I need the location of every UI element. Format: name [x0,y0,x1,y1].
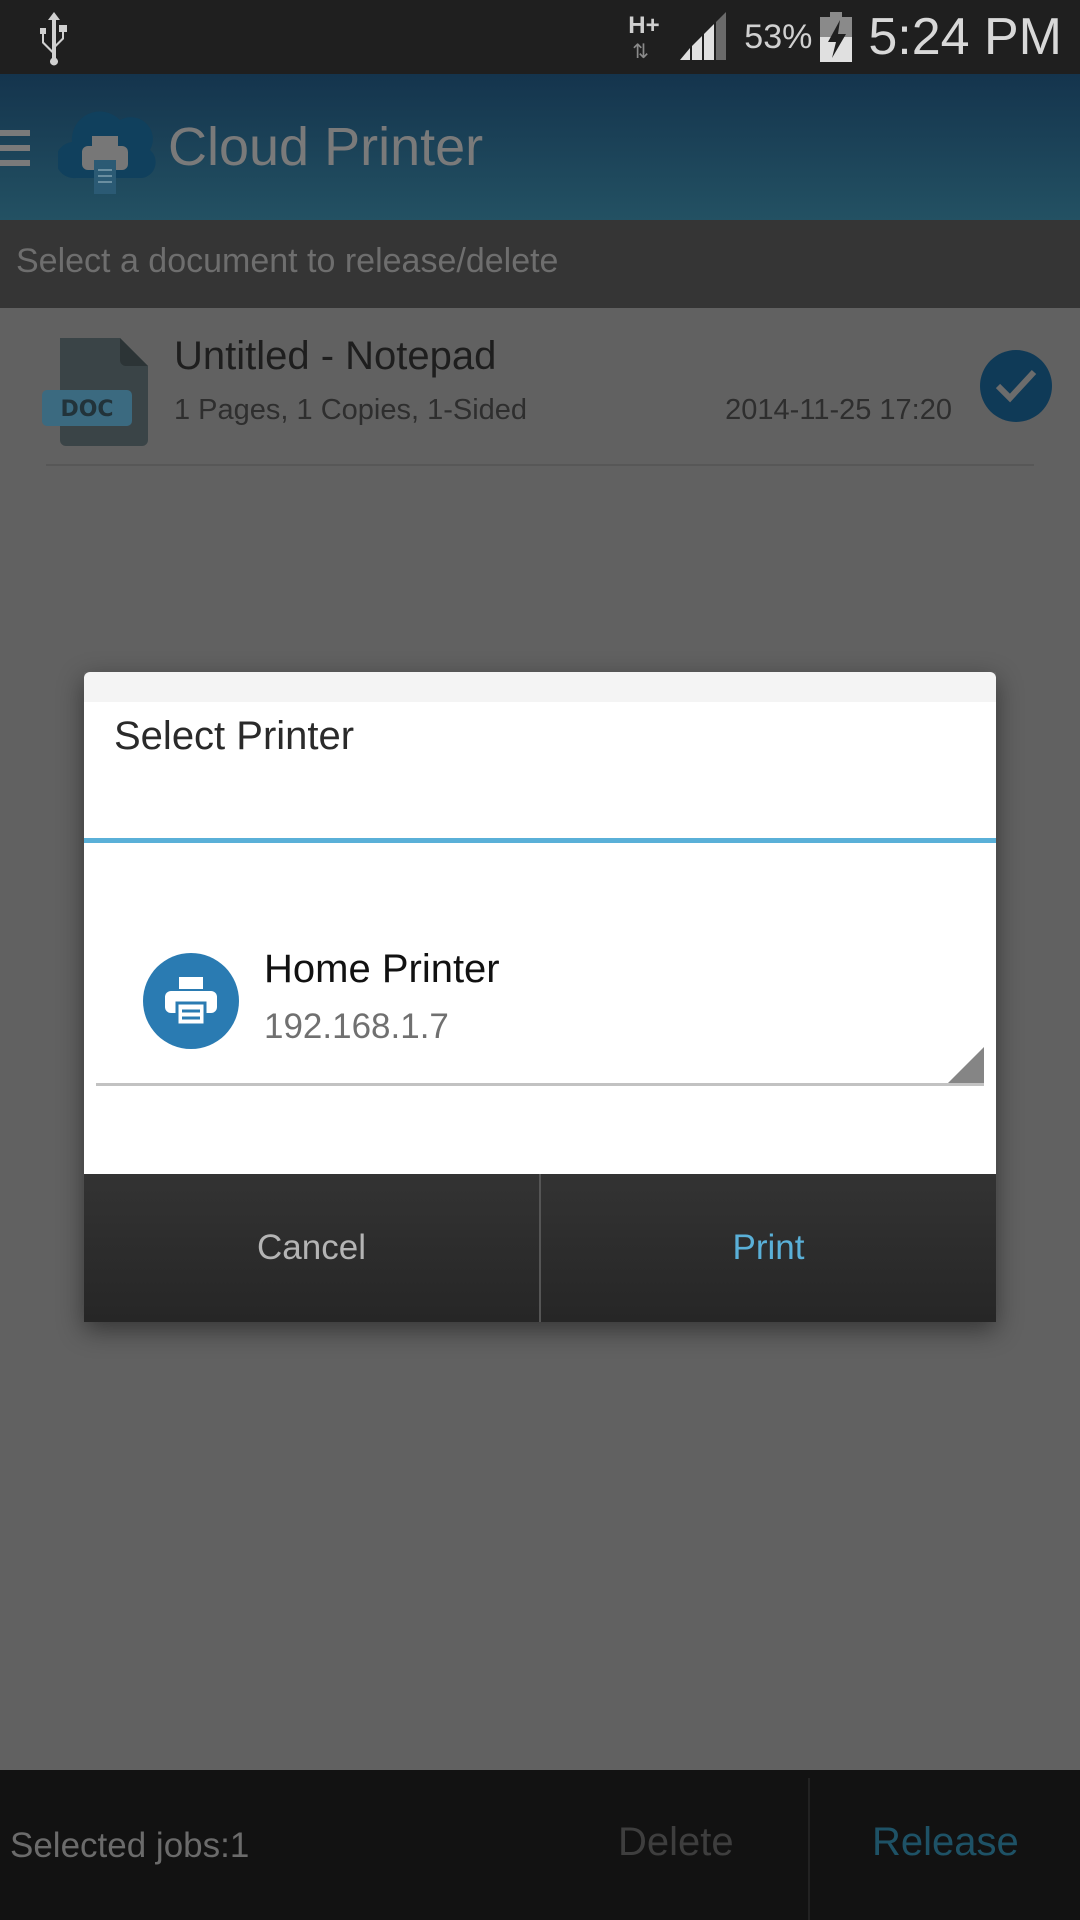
status-icons: H+ ⇅ 53% 5:24 PM [626,0,1062,74]
doc-file-icon: DOC [42,338,148,446]
selected-jobs-count: Selected jobs:1 [10,1826,250,1865]
network-type-label: H+ [628,12,660,39]
network-type-icon: H+ ⇅ [626,8,666,66]
battery-percent: 53% [744,17,813,56]
hamburger-menu-icon[interactable] [0,130,30,170]
app-bar: Cloud Printer [0,74,1080,220]
printer-ip: 192.168.1.7 [264,1007,449,1046]
dialog-button-bar: Cancel Print [84,1174,996,1322]
bottom-bar-divider [808,1778,810,1920]
job-list-item[interactable]: DOC Untitled - Notepad 1 Pages, 1 Copies… [0,308,1080,466]
instruction-text: Select a document to release/delete [16,242,559,280]
selected-corner-indicator [948,1047,984,1083]
dialog-body: Home Printer 192.168.1.7 [84,843,996,1174]
dialog-header: Select Printer [84,702,996,838]
checkmark-icon [995,369,1037,403]
list-divider [46,464,1034,466]
bottom-action-bar: Selected jobs:1 Delete Release [0,1770,1080,1920]
printer-icon [143,953,239,1049]
selected-check-icon[interactable] [980,350,1052,422]
job-title: Untitled - Notepad [174,334,497,378]
usb-icon [40,12,67,66]
dialog-top-strip [84,672,996,702]
cancel-button[interactable]: Cancel [84,1174,541,1322]
sub-header: Select a document to release/delete [0,220,1080,308]
cloud-printer-logo-icon [58,111,156,194]
job-list: DOC Untitled - Notepad 1 Pages, 1 Copies… [0,308,1080,466]
clock: 5:24 PM [868,8,1062,66]
job-date: 2014-11-25 17:20 [725,394,952,426]
release-button[interactable]: Release [872,1820,1019,1865]
screen: H+ ⇅ 53% 5:24 PM Cloud Printer Select a … [0,0,1080,1920]
doc-icon-label: DOC [60,397,113,422]
job-details: 1 Pages, 1 Copies, 1-Sided [174,394,528,426]
signal-strength-icon [680,12,727,60]
data-arrows-icon: ⇅ [632,41,649,63]
printer-name: Home Printer [264,947,500,991]
dialog-title: Select Printer [114,714,355,758]
status-bar: H+ ⇅ 53% 5:24 PM [0,0,1080,74]
delete-button[interactable]: Delete [618,1820,734,1865]
printer-list-item[interactable]: Home Printer 192.168.1.7 [96,843,984,1086]
select-printer-dialog: Select Printer Home Printer 192.168.1.7 [84,672,996,1322]
app-title: Cloud Printer [168,117,484,177]
battery-charging-icon [820,12,853,62]
print-button[interactable]: Print [541,1174,996,1322]
